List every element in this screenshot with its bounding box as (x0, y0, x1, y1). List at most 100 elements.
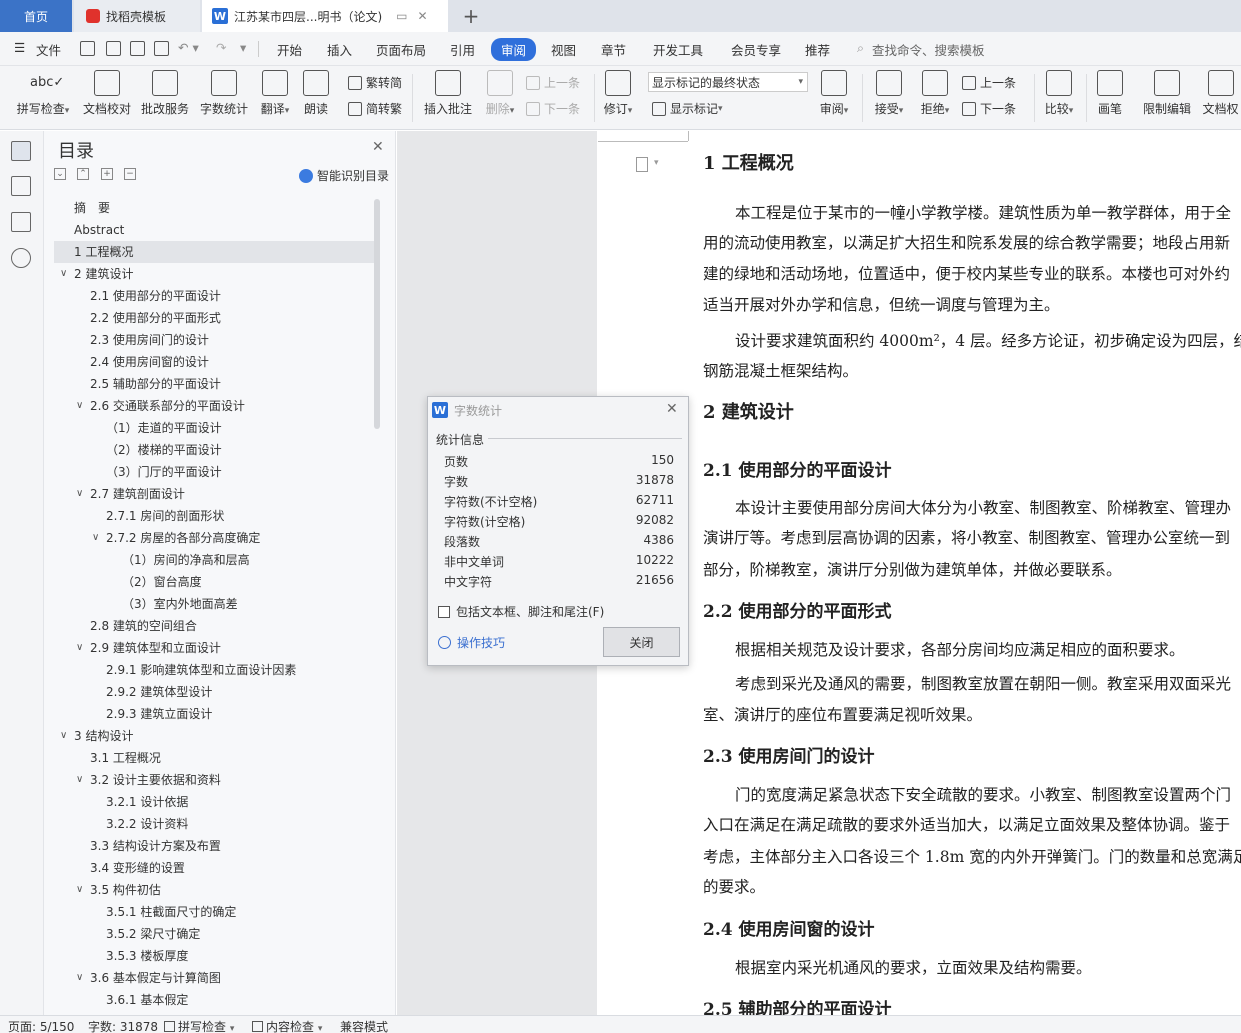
menu-item-member[interactable]: 会员专享 (731, 40, 781, 59)
add-heading-icon[interactable]: + (101, 168, 113, 180)
show-markup-button[interactable]: 显示标记 ▾ (652, 100, 723, 117)
reject-button[interactable]: 拒绝▾ (916, 70, 954, 117)
close-icon[interactable]: ✕ (372, 139, 384, 155)
toc-item[interactable]: ∨ 3.5 构件初估 (54, 879, 374, 901)
chevron-down-icon[interactable]: ∨ (76, 483, 83, 505)
delete-comment-button[interactable]: 删除▾ (482, 70, 518, 117)
toc-item[interactable]: 3.2.2 设计资料 (54, 813, 374, 835)
page-format-icon[interactable] (636, 157, 648, 172)
chevron-down-icon[interactable]: ∨ (92, 527, 99, 549)
remove-heading-icon[interactable]: − (124, 168, 136, 180)
toc-item[interactable]: 2.9.2 建筑体型设计 (54, 681, 374, 703)
batch-service-button[interactable]: 批改服务 (140, 70, 190, 117)
page-indicator[interactable]: 页面: 5/150 (8, 1018, 74, 1033)
toc-item[interactable]: （2）窗台高度 (54, 571, 374, 593)
word-count-button[interactable]: 字数统计 (198, 70, 250, 117)
menu-item-insert[interactable]: 插入 (327, 40, 352, 59)
tab-document[interactable]: W 江苏某市四层...明书（论文) ▭ ✕ (202, 0, 448, 32)
command-search-input[interactable]: 查找命令、搜索模板 (872, 40, 985, 59)
print-preview-icon[interactable] (154, 41, 169, 56)
toc-item[interactable]: ∨ 2.6 交通联系部分的平面设计 (54, 395, 374, 417)
chevron-down-icon[interactable]: ∨ (76, 879, 83, 901)
toc-item[interactable]: 2.9.3 建筑立面设计 (54, 703, 374, 725)
spellcheck-button[interactable]: abc✓ 拼写检查▾ (12, 70, 74, 117)
checkbox-box[interactable] (438, 605, 450, 618)
print-icon[interactable] (130, 41, 145, 56)
menu-item-view[interactable]: 视图 (551, 40, 576, 59)
toc-scrollbar[interactable] (374, 199, 380, 429)
track-changes-button[interactable]: 修订▾ (600, 70, 636, 117)
prev-comment-button[interactable]: 上一条 (526, 74, 580, 91)
doc-proof-button[interactable]: 文档校对 (80, 70, 134, 117)
menu-item-review[interactable]: 审阅 (491, 38, 537, 61)
toc-item[interactable]: 3.2.1 设计依据 (54, 791, 374, 813)
export-pdf-icon[interactable] (106, 41, 121, 56)
toc-item[interactable]: （3）室内外地面高差 (54, 593, 374, 615)
toc-item[interactable]: ∨ 2.9 建筑体型和立面设计 (54, 637, 374, 659)
toc-item[interactable]: ∨ 2.7.2 房屋的各部分高度确定 (54, 527, 374, 549)
undo-icon[interactable]: ↶ ▾ (178, 40, 199, 55)
chevron-down-icon[interactable]: ∨ (76, 395, 83, 417)
menu-file[interactable]: 文件 (36, 40, 61, 59)
chevron-down-icon[interactable]: ∨ (76, 637, 83, 659)
toc-item[interactable]: 2.8 建筑的空间组合 (54, 615, 374, 637)
tab-close-icon[interactable]: ✕ (417, 9, 427, 23)
toc-item[interactable]: 2.7.1 房间的剖面形状 (54, 505, 374, 527)
redo-icon[interactable]: ↷ (216, 40, 226, 55)
chapter-nav-icon[interactable] (11, 176, 31, 196)
menu-item-developer[interactable]: 开发工具 (653, 40, 703, 59)
chevron-down-icon[interactable]: ▾ (654, 158, 659, 168)
toc-item[interactable]: ∨ 3.6 基本假定与计算简图 (54, 967, 374, 989)
next-comment-button[interactable]: 下一条 (526, 100, 580, 117)
toc-item[interactable]: 2.4 使用房间窗的设计 (54, 351, 374, 373)
search-icon[interactable] (11, 248, 31, 268)
spellcheck-status[interactable]: 拼写检查 ▾ (164, 1018, 234, 1033)
toc-item[interactable]: 2.2 使用部分的平面形式 (54, 307, 374, 329)
restrict-edit-button[interactable]: 限制编辑 (1140, 70, 1194, 117)
new-tab-button[interactable]: + (456, 0, 486, 32)
tab-home[interactable]: 首页 (0, 0, 72, 32)
expand-up-icon[interactable]: ⌃ (77, 168, 89, 180)
chevron-down-icon[interactable]: ∨ (76, 769, 83, 791)
toc-item[interactable]: （1）走道的平面设计 (54, 417, 374, 439)
accept-button[interactable]: 接受▾ (870, 70, 908, 117)
toc-item[interactable]: 2.3 使用房间门的设计 (54, 329, 374, 351)
chevron-down-icon[interactable]: ∨ (60, 263, 67, 285)
toc-item[interactable]: 摘 要 (54, 197, 374, 219)
content-check-status[interactable]: 内容检查 ▾ (252, 1018, 322, 1033)
toc-item[interactable]: 1 工程概况 (54, 241, 374, 263)
menu-item-chapter[interactable]: 章节 (601, 40, 626, 59)
include-textbox-checkbox[interactable]: 包括文本框、脚注和尾注(F) (438, 603, 604, 620)
toc-item[interactable]: （1）房间的净高和层高 (54, 549, 374, 571)
next-change-button[interactable]: 下一条 (962, 100, 1016, 117)
toc-item[interactable]: 3.5.3 楼板厚度 (54, 945, 374, 967)
markup-state-select[interactable]: 显示标记的最终状态 ▾ (648, 72, 808, 92)
toc-item[interactable]: ∨ 2 建筑设计 (54, 263, 374, 285)
tab-pin-icon[interactable]: ▭ (396, 9, 407, 23)
menu-item-recommend[interactable]: 推荐 (805, 40, 830, 59)
quick-access-more-icon[interactable]: ▾ (240, 40, 246, 55)
toc-item[interactable]: ∨ 3.2 设计主要依据和资料 (54, 769, 374, 791)
toc-item[interactable]: 2.1 使用部分的平面设计 (54, 285, 374, 307)
read-aloud-button[interactable]: 朗读 (300, 70, 332, 117)
save-icon[interactable] (80, 41, 95, 56)
menu-item-layout[interactable]: 页面布局 (376, 40, 426, 59)
menu-item-start[interactable]: 开始 (277, 40, 302, 59)
word-count-indicator[interactable]: 字数: 31878 (88, 1018, 158, 1033)
insert-comment-button[interactable]: 插入批注 (420, 70, 476, 117)
toc-item[interactable]: 3.4 变形缝的设置 (54, 857, 374, 879)
toc-item[interactable]: Abstract (54, 219, 374, 241)
bookmark-icon[interactable] (11, 212, 31, 232)
menu-item-reference[interactable]: 引用 (450, 40, 475, 59)
toc-item[interactable]: 2.5 辅助部分的平面设计 (54, 373, 374, 395)
toc-item[interactable]: ∨ 3 结构设计 (54, 725, 374, 747)
translate-button[interactable]: 翻译▾ (256, 70, 294, 117)
toc-item[interactable]: （3）门厅的平面设计 (54, 461, 374, 483)
chevron-down-icon[interactable]: ∨ (60, 725, 67, 747)
dialog-titlebar[interactable]: W 字数统计 (428, 397, 688, 423)
close-button[interactable]: 关闭 (603, 627, 680, 657)
toc-item[interactable]: 3.3 结构设计方案及布置 (54, 835, 374, 857)
tab-templates[interactable]: 找稻壳模板 (74, 0, 200, 32)
review-pane-button[interactable]: 审阅▾ (816, 70, 852, 117)
document-page[interactable]: ▾ 1 工程概况 本工程是位于某市的一幢小学教学楼。建筑性质为单一教学群体，用于… (598, 131, 1241, 1015)
